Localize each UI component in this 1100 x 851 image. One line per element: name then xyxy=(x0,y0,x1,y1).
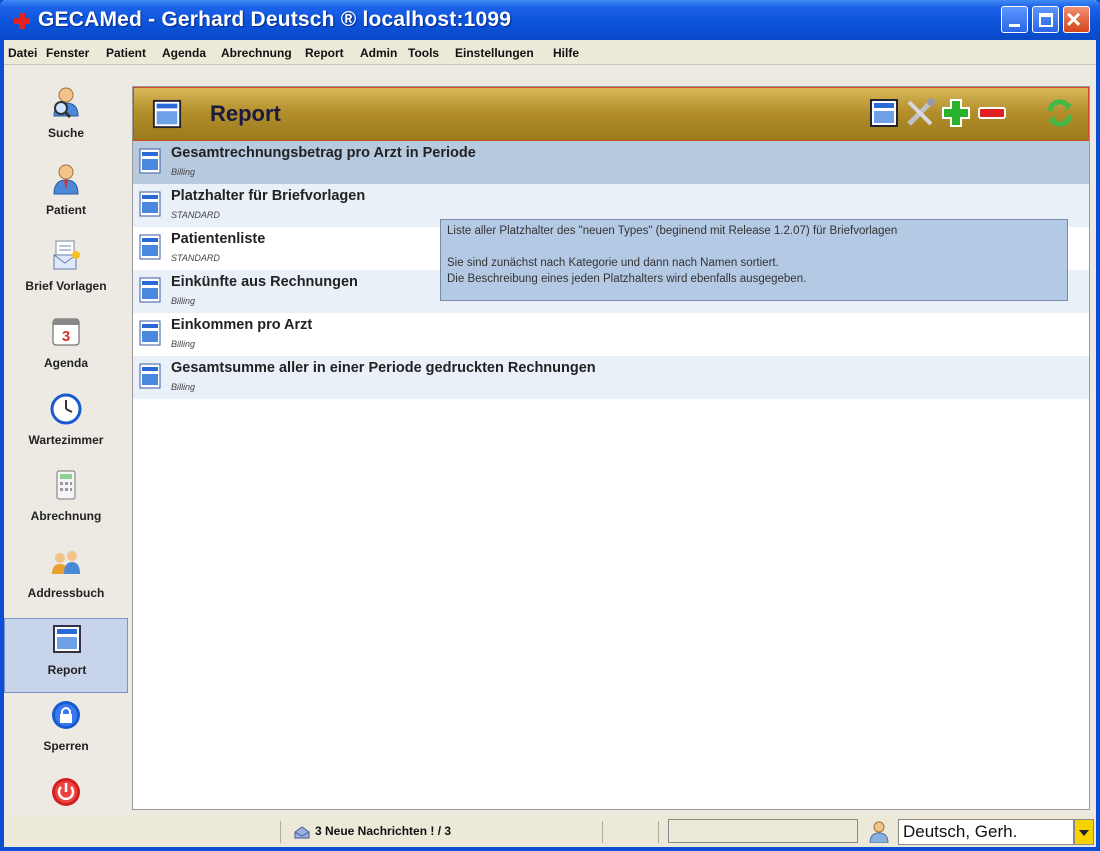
tooltip-line: Sie sind zunächst nach Kategorie und dan… xyxy=(447,257,779,269)
message-icon xyxy=(294,826,310,839)
refresh-icon[interactable] xyxy=(1044,97,1076,129)
report-title: Gesamtsumme aller in einer Periode gedru… xyxy=(171,360,596,376)
menu-hilfe[interactable]: Hilfe xyxy=(553,46,579,60)
sidebar-item-label: Report xyxy=(47,663,87,677)
sidebar-item-brief-vorlagen[interactable]: Brief Vorlagen xyxy=(4,235,128,310)
menu-patient[interactable]: Patient xyxy=(106,46,146,60)
tooltip-line: Liste aller Platzhalter des "neuen Types… xyxy=(447,225,898,237)
chevron-down-icon xyxy=(1079,830,1089,836)
report-title: Patientenliste xyxy=(171,231,266,247)
maximize-button[interactable] xyxy=(1032,6,1059,33)
report-icon xyxy=(152,99,182,129)
sidebar-item-agenda[interactable]: 3 Agenda xyxy=(4,312,128,387)
status-bar: 3 Neue Nachrichten ! / 3 Deutsch, Gerh. xyxy=(4,815,1096,847)
sidebar-item-abrechnung[interactable]: Abrechnung xyxy=(4,465,128,540)
report-panel: Report Gesamtrechnungsbetrag pro Arzt in… xyxy=(132,86,1090,810)
list-item[interactable]: Gesamtrechnungsbetrag pro Arzt in Period… xyxy=(133,141,1089,184)
sidebar-item-label: Agenda xyxy=(43,356,88,370)
menu-einstellungen[interactable]: Einstellungen xyxy=(455,46,534,60)
report-icon xyxy=(139,277,161,303)
calendar-icon: 3 xyxy=(52,318,80,346)
report-category: STANDARD xyxy=(171,210,220,220)
report-icon[interactable] xyxy=(868,97,900,129)
menu-report[interactable]: Report xyxy=(305,46,344,60)
app-window: GECAMed - Gerhard Deutsch ® localhost:10… xyxy=(0,0,1100,851)
sidebar-item-report[interactable]: Report xyxy=(4,618,128,693)
close-button[interactable]: × xyxy=(1063,4,1090,34)
minimize-button[interactable] xyxy=(1001,6,1028,33)
sidebar-item-label: Suche xyxy=(47,126,84,140)
lock-icon xyxy=(52,701,80,729)
minimize-icon xyxy=(1009,24,1020,27)
report-icon xyxy=(139,148,161,174)
menu-bar: Datei Fenster Patient Agenda Abrechnung … xyxy=(4,40,1096,65)
sidebar-item-patient[interactable]: Patient xyxy=(4,159,128,234)
letter-templates-icon xyxy=(53,240,80,270)
sidebar-item-label: Addressbuch xyxy=(27,586,105,600)
user-icon xyxy=(869,821,889,843)
sidebar-item-wartezimmer[interactable]: Wartezimmer xyxy=(4,389,128,464)
report-icon xyxy=(139,234,161,260)
user-select[interactable]: Deutsch, Gerh. xyxy=(898,819,1074,845)
menu-admin[interactable]: Admin xyxy=(360,46,397,60)
patient-icon xyxy=(53,164,79,195)
report-title: Einkünfte aus Rechnungen xyxy=(171,274,358,290)
report-title: Platzhalter für Briefvorlagen xyxy=(171,188,366,204)
report-title: Gesamtrechnungsbetrag pro Arzt in Period… xyxy=(171,145,476,161)
list-item[interactable]: Einkommen pro Arzt Billing xyxy=(133,313,1089,356)
status-divider xyxy=(602,821,603,843)
menu-agenda[interactable]: Agenda xyxy=(162,46,206,60)
address-book-icon xyxy=(52,551,80,574)
report-category: Billing xyxy=(171,339,196,349)
sidebar-item-addressbuch[interactable]: Addressbuch xyxy=(4,542,128,617)
report-icon xyxy=(139,191,161,217)
report-category: Billing xyxy=(171,296,196,306)
calculator-icon xyxy=(56,470,76,500)
menu-datei[interactable]: Datei xyxy=(8,46,37,60)
remove-icon[interactable] xyxy=(976,97,1008,129)
user-select-dropdown-button[interactable] xyxy=(1074,819,1094,845)
report-category: Billing xyxy=(171,382,196,392)
messages-status[interactable]: 3 Neue Nachrichten ! / 3 xyxy=(315,824,451,838)
report-icon xyxy=(139,320,161,346)
close-icon: × xyxy=(1066,4,1082,34)
sidebar-item-label: Patient xyxy=(45,203,86,217)
status-field xyxy=(668,819,858,843)
power-icon xyxy=(52,778,80,806)
report-description-tooltip: Liste aller Platzhalter des "neuen Types… xyxy=(440,219,1068,301)
tooltip-line: Die Beschreibung eines jeden Platzhalter… xyxy=(447,273,807,285)
menu-fenster[interactable]: Fenster xyxy=(46,46,89,60)
sidebar-item-suche[interactable]: Suche xyxy=(4,82,128,157)
window-title: GECAMed - Gerhard Deutsch ® localhost:10… xyxy=(38,8,512,31)
svg-text:3: 3 xyxy=(62,328,70,345)
sidebar-item-label: Sperren xyxy=(43,739,89,753)
report-icon xyxy=(139,363,161,389)
report-category: STANDARD xyxy=(171,253,220,263)
add-icon[interactable] xyxy=(940,97,972,129)
app-logo-icon xyxy=(14,13,30,29)
sidebar-item-label: Abrechnung xyxy=(30,509,102,523)
status-divider xyxy=(658,821,659,843)
title-bar[interactable]: GECAMed - Gerhard Deutsch ® localhost:10… xyxy=(0,0,1100,40)
panel-header: Report xyxy=(133,87,1089,141)
sidebar-item-label: Brief Vorlagen xyxy=(25,279,107,293)
sidebar-item-sperren[interactable]: Sperren xyxy=(4,695,128,770)
report-icon xyxy=(53,625,81,653)
clock-icon xyxy=(50,393,82,425)
sidebar: Suche Patient Brief Vorlagen 3 Agenda Wa… xyxy=(4,82,128,815)
maximize-icon xyxy=(1039,13,1053,27)
menu-abrechnung[interactable]: Abrechnung xyxy=(221,46,292,60)
sidebar-item-exit[interactable] xyxy=(4,772,128,812)
search-person-icon xyxy=(53,87,79,118)
panel-title: Report xyxy=(210,101,281,126)
list-item[interactable]: Gesamtsumme aller in einer Periode gedru… xyxy=(133,356,1089,399)
sidebar-item-label: Wartezimmer xyxy=(28,433,104,447)
menu-tools[interactable]: Tools xyxy=(408,46,439,60)
report-category: Billing xyxy=(171,167,196,177)
settings-tools-icon[interactable] xyxy=(904,97,936,129)
report-title: Einkommen pro Arzt xyxy=(171,317,313,333)
status-divider xyxy=(280,821,281,843)
